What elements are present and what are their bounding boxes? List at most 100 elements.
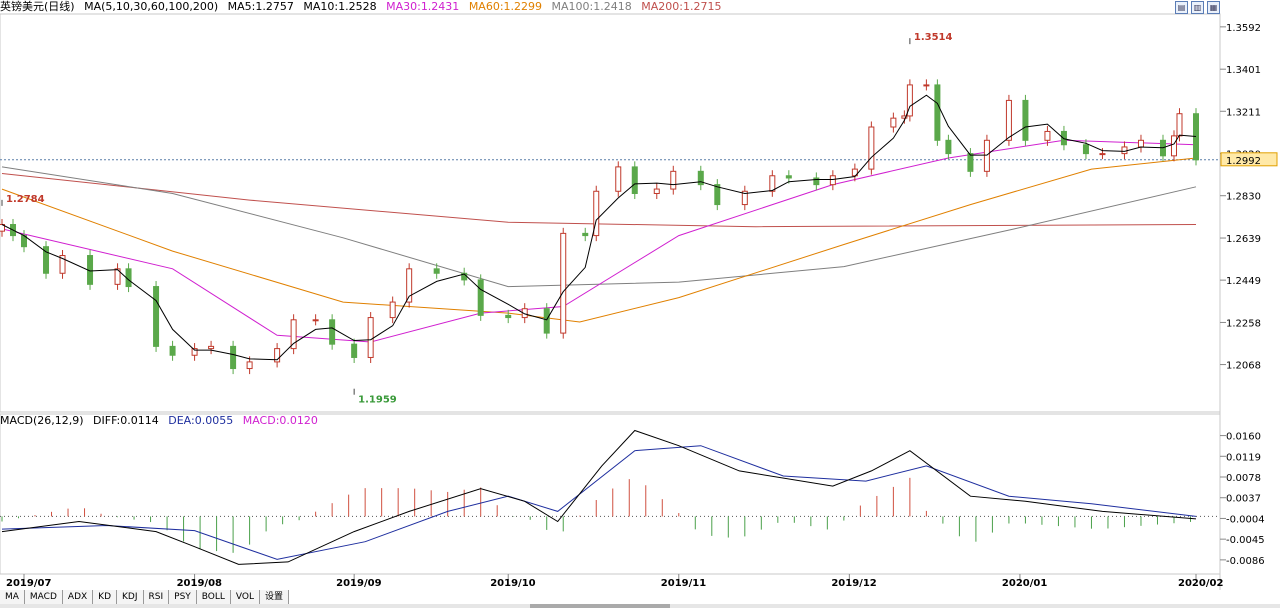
candle-body	[1170, 135, 1177, 157]
ma30-line	[1, 139, 1197, 343]
candle-body	[813, 177, 820, 186]
price-y-tick-label: 1.2830	[1226, 192, 1261, 203]
candle-body	[631, 166, 638, 194]
price-y-tick-label: 1.3401	[1226, 65, 1261, 76]
candle-body	[246, 361, 253, 370]
price-y-tick-label: 1.2449	[1226, 276, 1261, 287]
tab-boll[interactable]: BOLL	[196, 590, 231, 604]
price-y-tick-label: 1.2258	[1226, 318, 1261, 329]
price-y-tick-label: 1.3592	[1226, 23, 1261, 34]
tab-adx[interactable]: ADX	[62, 590, 94, 604]
x-tick-label: 2020/02	[1178, 578, 1223, 589]
candle-body	[785, 175, 792, 179]
tab-ma[interactable]: MA	[0, 590, 25, 604]
candle-body	[1005, 99, 1012, 141]
extreme-label: 1.2784	[6, 194, 45, 205]
ma10-value: MA10:1.2528	[303, 0, 377, 13]
panel-controls: ▤ ▥ ▦	[1175, 1, 1220, 14]
price-panel-frame	[0, 13, 1221, 413]
candle-body	[967, 153, 974, 172]
extreme-label: 1.3514	[914, 32, 953, 43]
candle-body	[890, 117, 897, 128]
ma200-value: MA200:1.2715	[641, 0, 722, 13]
macd-y-tick-label: 0.0078	[1226, 473, 1261, 484]
tab-macd[interactable]: MACD	[24, 590, 63, 604]
candle-body	[582, 232, 589, 237]
candle-body	[433, 268, 440, 274]
candle-body	[208, 345, 215, 350]
x-tick-label: 2019/11	[661, 578, 706, 589]
tab-kd[interactable]: KD	[93, 590, 118, 604]
macd-panel-frame	[0, 413, 1221, 575]
candle-body	[1082, 144, 1089, 155]
forex-chart-canvas[interactable]: 1.35921.34011.32111.30201.28301.26391.24…	[0, 0, 1280, 608]
candle-body	[329, 319, 336, 345]
tab-vol[interactable]: VOL	[230, 590, 261, 604]
macd-y-tick-label: 0.0160	[1226, 432, 1261, 443]
macd-macd-value: MACD:0.0120	[242, 414, 318, 427]
macd-y-tick-label: -0.0086	[1226, 556, 1265, 567]
candle-body	[312, 319, 319, 322]
ma30-value: MA30:1.2431	[386, 0, 460, 13]
candle-body	[1060, 130, 1067, 146]
candle-body	[290, 319, 297, 350]
current-price-label: 1.2992	[1226, 156, 1261, 167]
candle-body	[367, 317, 374, 358]
x-tick-label: 2020/01	[1002, 578, 1047, 589]
tab-psy[interactable]: PSY	[169, 590, 197, 604]
candle-body	[389, 301, 396, 319]
ma60-line	[1, 157, 1197, 323]
tab-settings[interactable]: 设置	[260, 590, 290, 604]
x-tick-label: 2019/12	[831, 578, 876, 589]
grid-icon[interactable]: ▦	[1207, 1, 1220, 14]
candle-body	[923, 84, 930, 87]
candle-body	[1099, 153, 1106, 156]
macd-diff-value: DIFF:0.0114	[93, 414, 159, 427]
candle-body	[653, 188, 660, 194]
macd-y-tick-label: -0.0045	[1226, 535, 1265, 546]
candle-body	[829, 175, 836, 186]
macd-dea-value: DEA:0.0055	[168, 414, 234, 427]
candle-body	[153, 286, 160, 347]
macd-dif-line	[1, 429, 1197, 565]
ma5-value: MA5:1.2757	[227, 0, 294, 13]
candle-body	[477, 279, 484, 316]
candle-body	[169, 345, 176, 356]
candle-body	[670, 170, 677, 190]
x-tick-label: 2019/09	[336, 578, 381, 589]
chart-title: 英镑美元(日线)	[0, 0, 75, 13]
candle-body	[868, 126, 875, 170]
tab-rsi[interactable]: RSI	[143, 590, 170, 604]
price-y-tick-label: 1.2639	[1226, 234, 1261, 245]
ma100-value: MA100:1.2418	[551, 0, 632, 13]
candle-body	[983, 139, 990, 172]
tab-kdj[interactable]: KDJ	[117, 590, 144, 604]
macd-panel-header: MACD(26,12,9) DIFF:0.0114 DEA:0.0055 MAC…	[0, 414, 324, 428]
x-tick-label: 2019/07	[6, 578, 51, 589]
candle-body	[230, 345, 237, 370]
ma60-value: MA60:1.2299	[468, 0, 543, 13]
macd-y-tick-label: -0.0004	[1226, 514, 1265, 525]
candle-body	[769, 175, 776, 192]
scrollbar-thumb[interactable]	[530, 604, 670, 608]
indicator-name: MA(5,10,30,60,100,200)	[84, 0, 219, 13]
split-icon[interactable]: ▥	[1191, 1, 1204, 14]
candle-body	[1121, 146, 1128, 155]
candle-body	[945, 139, 952, 155]
candle-body	[560, 232, 567, 334]
extreme-label: 1.1959	[358, 395, 397, 406]
indicator-tabs: MA MACD ADX KD KDJ RSI PSY BOLL VOL 设置	[0, 590, 290, 604]
layout-icon[interactable]: ▤	[1175, 1, 1188, 14]
candle-body	[543, 308, 550, 334]
candle-body	[1137, 139, 1144, 148]
macd-dea-line	[1, 445, 1197, 560]
price-y-tick-label: 1.2068	[1226, 361, 1261, 372]
macd-y-tick-label: 0.0037	[1226, 494, 1261, 505]
candle-body	[1044, 130, 1051, 141]
macd-y-tick-label: 0.0119	[1226, 452, 1261, 463]
macd-indicator-name: MACD(26,12,9)	[0, 414, 84, 427]
x-tick-label: 2019/08	[177, 578, 222, 589]
price-panel-header: 英镑美元(日线) MA(5,10,30,60,100,200) MA5:1.27…	[0, 0, 1180, 16]
candle-body	[1022, 99, 1029, 141]
candle-body	[934, 84, 941, 141]
